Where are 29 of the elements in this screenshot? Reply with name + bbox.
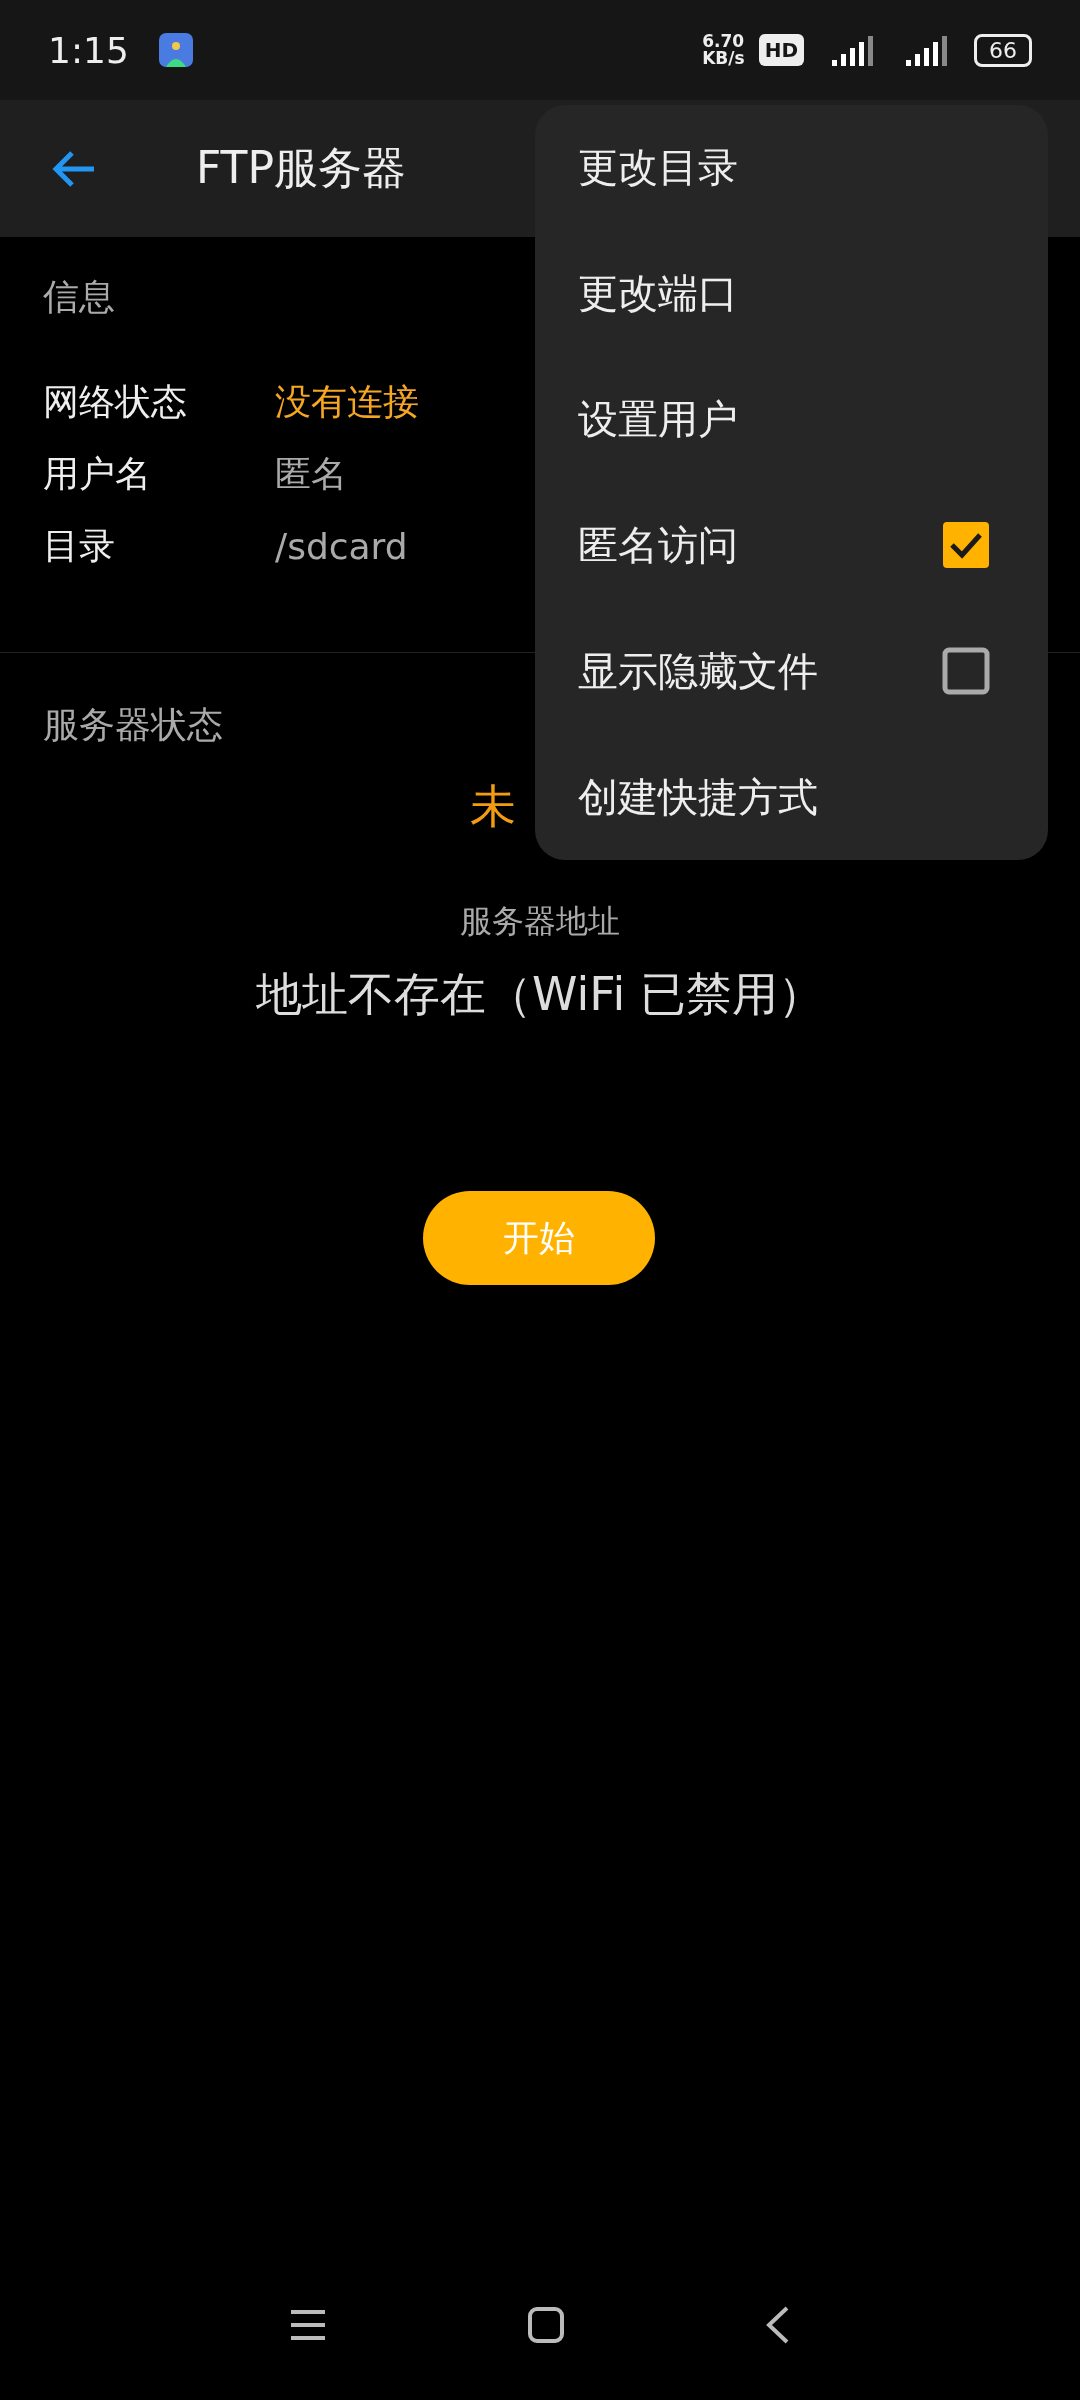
- network-speed: 6.70 KB/s: [702, 33, 745, 67]
- menu-item[interactable]: 创建快捷方式: [578, 734, 990, 860]
- home-icon[interactable]: [527, 2306, 565, 2344]
- back-arrow-icon[interactable]: [50, 148, 96, 189]
- battery-indicator: 66: [974, 33, 1032, 67]
- server-address: 地址不存在（WiFi 已禁用）: [256, 966, 824, 1023]
- info-label: 网络状态: [43, 379, 188, 424]
- info-value: 没有连接: [275, 379, 419, 424]
- section-heading: 服务器状态: [43, 703, 223, 747]
- info-value: 匿名: [275, 451, 347, 496]
- server-state: 未: [470, 778, 516, 835]
- clock: 1:15: [48, 29, 129, 71]
- checkbox[interactable]: [942, 647, 990, 696]
- screen-title: FTP服务器: [196, 141, 406, 195]
- checkbox[interactable]: [942, 521, 990, 570]
- menu-icon[interactable]: [289, 2309, 327, 2341]
- hd-voice-badge: HD: [758, 34, 804, 66]
- section-heading: 信息: [43, 275, 115, 319]
- menu-item[interactable]: 匿名访问: [578, 482, 990, 609]
- menu-item[interactable]: 更改端口: [578, 230, 990, 357]
- app-notification-icon: [158, 33, 193, 67]
- info-label: 用户名: [43, 451, 152, 496]
- menu-item[interactable]: 显示隐藏文件: [578, 608, 990, 735]
- info-value: /sdcard: [275, 525, 408, 567]
- info-label: 目录: [43, 523, 116, 568]
- menu-item[interactable]: 更改目录: [578, 105, 990, 231]
- back-icon[interactable]: [765, 2305, 791, 2345]
- menu-item[interactable]: 设置用户: [578, 356, 990, 483]
- address-label: 服务器地址: [460, 901, 620, 942]
